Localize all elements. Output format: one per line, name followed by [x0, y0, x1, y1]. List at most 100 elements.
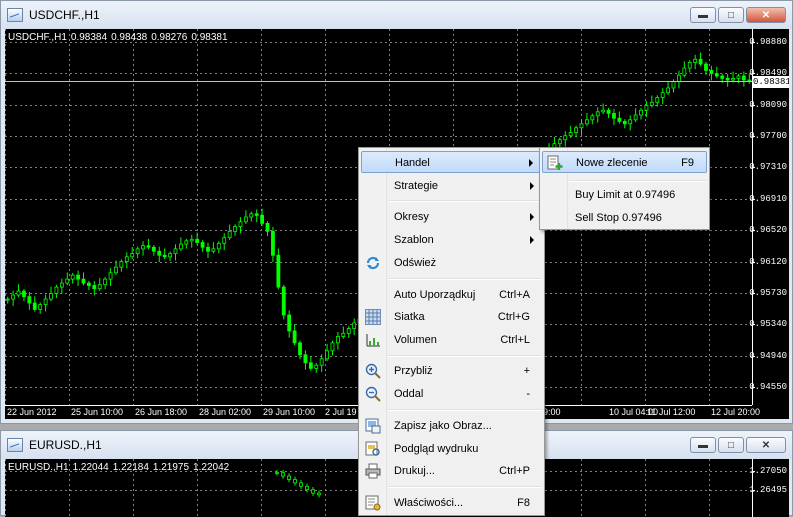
menu-item-label: Odśwież: [394, 257, 437, 269]
menu-item-shortcut: Ctrl+G: [497, 311, 530, 323]
menu-item-drukuj[interactable]: Drukuj... Ctrl+P: [361, 460, 542, 482]
menu-item-odśwież[interactable]: Odśwież: [361, 252, 542, 274]
window-title: USDCHF.,H1: [29, 8, 100, 22]
candle-body: [601, 109, 606, 113]
menu-item-przybliż[interactable]: Przybliż +: [361, 360, 542, 382]
candle-body: [238, 221, 243, 227]
menu-item-oddal[interactable]: Oddal -: [361, 383, 542, 405]
y-tick-label: 0.97700: [749, 130, 787, 141]
candle-body: [563, 135, 568, 141]
candle-body: [617, 117, 622, 122]
zoom-in-icon: [365, 363, 381, 379]
candle-body: [32, 302, 37, 310]
y-tick-label: 0.96120: [749, 256, 787, 267]
menu-item-okresy[interactable]: Okresy: [361, 206, 542, 228]
candle-body: [43, 298, 48, 306]
volume-icon: [365, 332, 381, 348]
candle-body: [135, 248, 140, 255]
candle-body: [189, 238, 194, 242]
menu-item-szablon[interactable]: Szablon: [361, 229, 542, 251]
chart-window-icon: [7, 438, 23, 452]
window-titlebar[interactable]: USDCHF.,H1 ▬ □ ✕: [1, 1, 792, 29]
candle-body: [222, 237, 227, 244]
candle-body: [271, 230, 275, 256]
candle-body: [336, 336, 340, 344]
menu-item-buy-limit-at-0-97496[interactable]: Buy Limit at 0.97496: [542, 184, 707, 206]
candle-body: [184, 240, 189, 245]
menu-item-label: Siatka: [394, 311, 425, 323]
menu-item-sell-stop-0-97496[interactable]: Sell Stop 0.97496: [542, 207, 707, 229]
candle-body: [319, 358, 324, 366]
candle-body: [81, 278, 86, 284]
maximize-button[interactable]: □: [718, 7, 744, 23]
candle-body: [179, 243, 183, 250]
menu-item-auto-uporządkuj[interactable]: Auto Uporządkuj Ctrl+A: [361, 284, 542, 306]
close-button[interactable]: ✕: [746, 437, 786, 453]
x-tick-label: 2 Jul 19: [325, 407, 357, 417]
x-tick-label: 12 Jul 20:00: [711, 407, 761, 417]
candle-body: [287, 475, 291, 480]
x-tick-label: 25 Jun 10:00: [71, 407, 124, 417]
ohlc-low: 1.21975: [152, 462, 190, 473]
y-tick-label: 0.97310: [749, 161, 787, 172]
candle-body: [341, 332, 346, 337]
candle-body: [281, 286, 286, 316]
candle-body: [108, 272, 113, 280]
menu-item-podgląd-wydruku[interactable]: Podgląd wydruku: [361, 438, 542, 460]
minimize-button[interactable]: ▬: [690, 7, 716, 23]
menu-item-siatka[interactable]: Siatka Ctrl+G: [361, 306, 542, 328]
menu-item-label: Zapisz jako Obraz...: [394, 420, 492, 432]
candle-body: [5, 298, 10, 301]
menu-item-shortcut: Ctrl+A: [499, 289, 530, 301]
candle-body: [243, 216, 248, 223]
candle-body: [124, 256, 129, 263]
menu-item-volumen[interactable]: Volumen Ctrl+L: [361, 329, 542, 351]
menu-item-label: Przybliż: [394, 365, 433, 377]
y-tick-label: 0.98090: [749, 99, 787, 110]
candle-body: [317, 492, 321, 496]
menu-item-handel[interactable]: Handel: [361, 151, 542, 173]
close-button[interactable]: ✕: [746, 7, 786, 23]
candle-body: [628, 119, 633, 125]
minimize-button[interactable]: ▬: [690, 437, 716, 453]
print-icon: [365, 463, 381, 479]
candle-body: [325, 350, 329, 360]
menu-item-label: Podgląd wydruku: [394, 443, 479, 455]
y-tick-label: 0.96910: [749, 193, 787, 204]
candle-body: [736, 75, 741, 79]
menu-item-nowe-zlecenie[interactable]: Nowe zlecenie F9: [542, 151, 707, 173]
candle-body: [254, 213, 259, 216]
ohlc-close: 0.98381: [191, 32, 228, 43]
ohlc-close: 1.22042: [193, 462, 230, 473]
menu-item-właściwości[interactable]: Właściwości... F8: [361, 492, 542, 514]
candle-body: [666, 87, 670, 94]
submenu-arrow-icon: [530, 236, 534, 244]
menu-item-zapisz-jako-obraz[interactable]: Zapisz jako Obraz...: [361, 415, 542, 437]
print-preview-icon: [365, 441, 381, 457]
candle-body: [114, 266, 118, 274]
menu-item-strategie[interactable]: Strategie: [361, 175, 542, 197]
candle-body: [168, 253, 172, 258]
menu-item-shortcut: Ctrl+P: [499, 465, 530, 477]
y-tick-label: 1.26495: [749, 484, 787, 495]
y-tick-label: 0.95340: [749, 318, 787, 329]
candle-body: [216, 242, 221, 250]
candle-body: [655, 97, 660, 103]
candle-body: [276, 254, 281, 288]
candle-body: [233, 226, 237, 232]
candle-body: [698, 58, 703, 65]
candle-body: [330, 342, 335, 352]
menu-item-label: Szablon: [394, 234, 434, 246]
new-order-icon: [547, 155, 563, 171]
maximize-button[interactable]: □: [718, 437, 744, 453]
price-axis: 1.27050 1.26495: [749, 459, 789, 517]
candle-body: [227, 230, 232, 239]
window-title: EURUSD.,H1: [29, 438, 102, 452]
grid-icon: [365, 309, 381, 325]
zoom-out-icon: [365, 386, 381, 402]
ohlc-symbol: EURUSD.,H1: [8, 462, 69, 473]
y-tick-label: 0.94940: [749, 350, 787, 361]
menu-item-shortcut: F9: [681, 157, 694, 169]
candle-body: [557, 139, 562, 145]
candle-body: [298, 342, 302, 356]
